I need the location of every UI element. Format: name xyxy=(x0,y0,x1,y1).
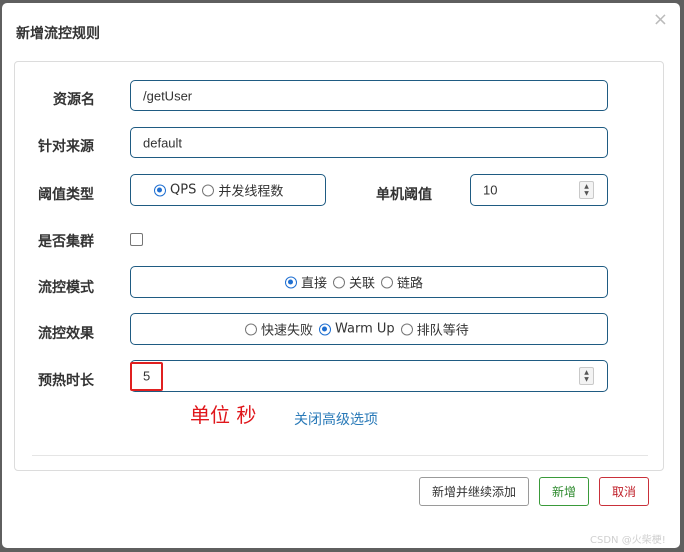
radio-qps-label: QPS xyxy=(170,182,197,198)
radio-fast-fail[interactable]: 快速失败 xyxy=(245,320,313,339)
radio-concurrent-threads-label: 并发线程数 xyxy=(218,184,284,200)
single-threshold-label: 单机阈值 xyxy=(376,187,432,203)
limit-app-input[interactable]: default xyxy=(130,127,608,158)
limit-app-label: 针对来源 xyxy=(38,139,94,155)
warmup-duration-label: 预热时长 xyxy=(38,373,94,389)
highlight-box xyxy=(130,362,163,391)
radio-direct[interactable]: 直接 xyxy=(285,273,327,292)
control-effect-label: 流控效果 xyxy=(38,326,94,342)
footer-divider xyxy=(32,455,648,456)
radio-related-circle[interactable] xyxy=(333,276,346,288)
radio-concurrent-threads[interactable]: 并发线程数 xyxy=(202,181,283,200)
dialog-title: 新增流控规则 xyxy=(16,26,100,42)
radio-concurrent-threads-circle[interactable] xyxy=(202,184,215,196)
radio-related[interactable]: 关联 xyxy=(333,273,375,292)
single-threshold-value: 10 xyxy=(483,182,498,198)
add-button[interactable]: 新增 xyxy=(539,477,589,506)
radio-direct-label: 直接 xyxy=(301,276,328,292)
control-mode-group: 直接 关联 链路 xyxy=(130,266,608,298)
warmup-duration-spinner-icon[interactable]: ▲ ▼ xyxy=(579,367,594,385)
single-threshold-input[interactable]: 10 ▲ ▼ xyxy=(470,174,608,206)
radio-qps[interactable]: QPS xyxy=(154,183,196,198)
resource-name-value: /getUser xyxy=(143,88,193,103)
resource-name-label: 资源名 xyxy=(53,92,95,108)
watermark: CSDN @火柴梗! xyxy=(590,535,666,546)
cluster-checkbox[interactable] xyxy=(130,233,143,246)
cluster-label: 是否集群 xyxy=(38,234,94,250)
threshold-type-group: QPS 并发线程数 xyxy=(130,174,326,206)
radio-fast-fail-circle[interactable] xyxy=(245,323,257,335)
close-advanced-link[interactable]: 关闭高级选项 xyxy=(294,409,378,429)
radio-chain-label: 链路 xyxy=(397,276,424,292)
radio-warm-up-circle[interactable] xyxy=(319,323,332,335)
control-effect-group: 快速失败 Warm Up 排队等待 xyxy=(130,313,608,345)
radio-chain-circle[interactable] xyxy=(381,276,394,288)
radio-direct-circle[interactable] xyxy=(285,276,297,288)
control-mode-label: 流控模式 xyxy=(38,280,94,296)
radio-chain[interactable]: 链路 xyxy=(381,273,423,292)
cancel-button[interactable]: 取消 xyxy=(599,477,649,506)
threshold-type-label: 阈值类型 xyxy=(38,187,94,203)
radio-warm-up[interactable]: Warm Up xyxy=(319,322,395,337)
limit-app-value: default xyxy=(143,135,183,150)
single-threshold-spinner-icon[interactable]: ▲ ▼ xyxy=(579,181,594,199)
radio-warm-up-label: Warm Up xyxy=(335,321,395,337)
radio-queue-label: 排队等待 xyxy=(416,323,469,339)
radio-fast-fail-label: 快速失败 xyxy=(261,323,314,339)
radio-related-label: 关联 xyxy=(349,276,376,292)
warmup-duration-input[interactable]: 5 ▲ ▼ xyxy=(130,360,608,392)
radio-queue-circle[interactable] xyxy=(400,323,413,335)
add-and-continue-button[interactable]: 新增并继续添加 xyxy=(419,477,529,506)
resource-name-input[interactable]: /getUser xyxy=(130,80,608,111)
radio-qps-circle[interactable] xyxy=(154,184,166,196)
close-icon[interactable]: × xyxy=(653,11,668,29)
unit-annotation: 单位 秒 xyxy=(190,403,257,427)
radio-queue[interactable]: 排队等待 xyxy=(400,320,469,339)
